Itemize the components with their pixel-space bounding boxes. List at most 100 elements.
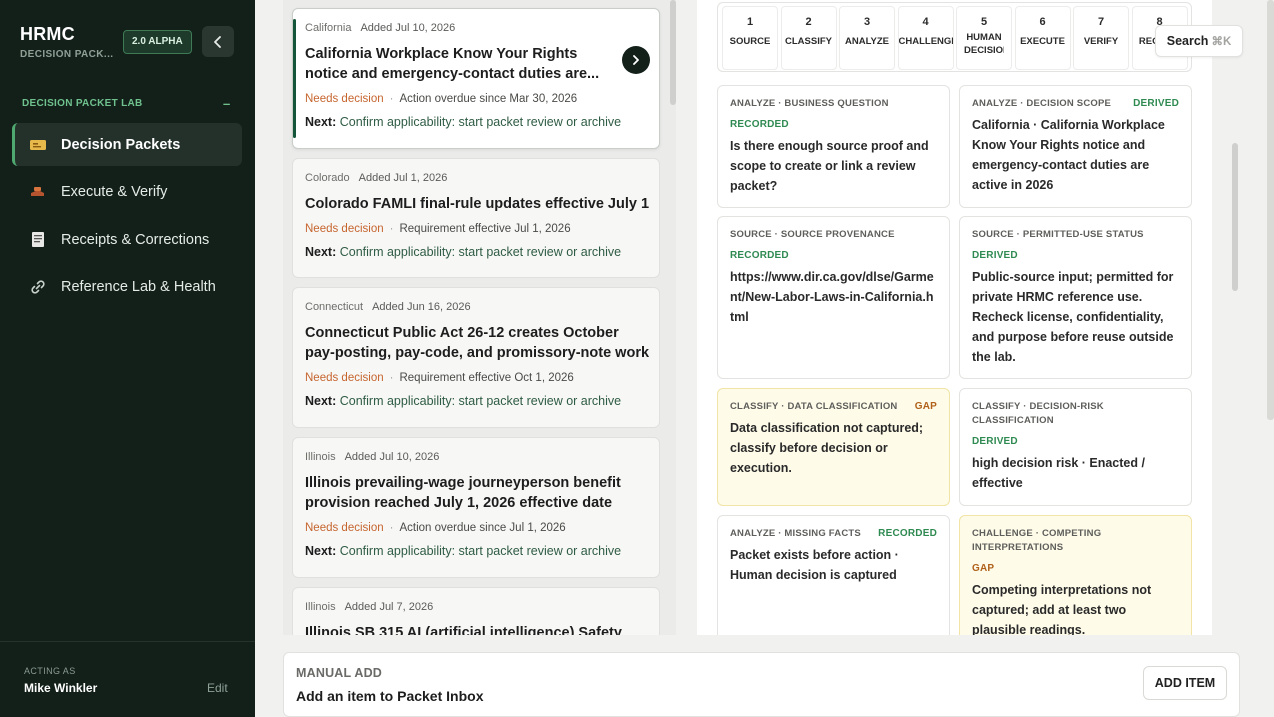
fact-body: Data classification not captured; classi… — [730, 421, 924, 475]
step-classify[interactable]: 2 CLASSIFY — [780, 6, 837, 70]
card-next-step: Next: Confirm applicability: start packe… — [305, 394, 647, 408]
sidebar-item-decision-packets[interactable]: Decision Packets — [12, 123, 242, 166]
next-label: Next: — [305, 544, 337, 558]
fact-card-permitted-use: SOURCE · PERMITTED-USE STATUS DERIVED Pu… — [959, 216, 1192, 379]
inbox-scrollbar[interactable] — [670, 0, 676, 105]
sidebar-item-execute-verify[interactable]: Execute & Verify — [12, 171, 242, 214]
sidebar-item-label: Receipts & Corrections — [61, 231, 210, 248]
step-label: HUMAN DECISION — [964, 32, 1004, 56]
card-added-date: Added Jul 10, 2026 — [360, 22, 456, 34]
status-detail: Requirement effective Oct 1, 2026 — [399, 372, 574, 384]
fact-header: SOURCE · SOURCE PROVENANCE — [730, 229, 895, 240]
manual-add-label: MANUAL ADD — [296, 666, 383, 680]
open-card-button[interactable] — [622, 46, 650, 74]
card-title: California Workplace Know Your Rights no… — [305, 46, 600, 82]
collapse-sidebar-button[interactable] — [202, 26, 234, 57]
section-collapse-toggle[interactable]: – — [223, 96, 230, 111]
card-status: Needs decision · Requirement effective O… — [305, 372, 647, 384]
step-challenge[interactable]: 4 CHALLENGE — [897, 6, 954, 70]
packet-inbox-list[interactable]: California Added Jul 10, 2026 California… — [283, 0, 676, 635]
fact-status-tag: RECORDED — [878, 528, 937, 539]
acting-as-label: ACTING AS — [24, 666, 76, 676]
page-scrollbar[interactable] — [1267, 0, 1274, 420]
fact-card-business-question: ANALYZE · BUSINESS QUESTION RECORDED Is … — [717, 85, 950, 208]
card-next-step: Next: Confirm applicability: start packe… — [305, 544, 647, 558]
separator-dot: · — [389, 372, 394, 384]
manual-add-title: Add an item to Packet Inbox — [296, 688, 484, 704]
step-verify[interactable]: 7 VERIFY — [1073, 6, 1129, 70]
packet-detail-panel: 1 SOURCE 2 CLASSIFY 3 ANALYZE 4 CHALLENGE 5 H… — [697, 0, 1212, 635]
card-title: Colorado FAMLI final-rule updates effect… — [305, 196, 650, 212]
add-item-button[interactable]: ADD ITEM — [1143, 666, 1227, 700]
fact-header-text: ANALYZE · DECISION SCOPE — [972, 98, 1112, 109]
fact-card-competing-interpretations: CHALLENGE · COMPETING INTERPRETATIONS GA… — [959, 515, 1192, 635]
next-label: Next: — [305, 394, 337, 408]
fact-header: CHALLENGE · COMPETING INTERPRETATIONS — [972, 528, 1102, 553]
fact-header: SOURCE · PERMITTED-USE STATUS — [972, 229, 1144, 240]
inbox-card-colorado[interactable]: Colorado Added Jul 1, 2026 Colorado FAML… — [292, 158, 660, 278]
step-label: EXECUTE — [1020, 36, 1065, 47]
fact-status-tag: DERIVED — [972, 436, 1018, 447]
step-source[interactable]: 1 SOURCE — [722, 6, 778, 70]
receipt-icon — [28, 230, 48, 250]
fact-card-decision-scope: ANALYZE · DECISION SCOPE DERIVED Californ… — [959, 85, 1192, 208]
hammer-icon — [28, 182, 48, 202]
fact-header: ANALYZE · DECISION SCOPE DERIVED — [972, 97, 1179, 111]
step-label: SOURCE — [729, 36, 771, 47]
card-title: Illinois prevailing-wage journeyperson b… — [305, 475, 621, 511]
detail-scrollbar[interactable] — [1232, 143, 1238, 291]
fact-body: high decision risk · Enacted / effective — [972, 456, 1145, 490]
step-human-decision[interactable]: 5 HUMAN DECISION — [956, 6, 1012, 70]
inbox-card-connecticut[interactable]: Connecticut Added Jun 16, 2026 Connectic… — [292, 287, 660, 428]
sidebar-nav: Decision Packets Execute & Verify Receip… — [12, 123, 242, 313]
ticket-icon — [28, 135, 48, 155]
step-number: 7 — [1097, 16, 1105, 28]
sidebar-item-receipts-corrections[interactable]: Receipts & Corrections — [12, 218, 242, 261]
card-status: Needs decision · Action overdue since Ju… — [305, 522, 647, 534]
next-label: Next: — [305, 245, 337, 259]
card-meta: Colorado Added Jul 1, 2026 — [305, 172, 647, 184]
inbox-card-illinois-prevailing-wage[interactable]: Illinois Added Jul 10, 2026 Illinois pre… — [292, 437, 660, 578]
card-title: Connecticut Public Act 26-12 creates Oct… — [305, 325, 650, 361]
step-number: 6 — [1039, 16, 1046, 28]
card-meta: California Added Jul 10, 2026 — [305, 22, 647, 34]
step-analyze[interactable]: 3 ANALYZE — [839, 6, 895, 70]
card-state: Illinois — [305, 451, 336, 463]
sidebar-item-label: Execute & Verify — [61, 184, 168, 200]
fact-header: ANALYZE · BUSINESS QUESTION — [730, 98, 889, 109]
manual-add-bar: MANUAL ADD Add an item to Packet Inbox A… — [283, 652, 1240, 717]
status-detail: Action overdue since Jul 1, 2026 — [399, 522, 566, 534]
inbox-card-illinois-sb315[interactable]: Illinois Added Jul 7, 2026 Illinois SB 3… — [292, 587, 660, 635]
step-number: 2 — [805, 16, 812, 28]
step-number: 5 — [980, 16, 988, 28]
inbox-card-california[interactable]: California Added Jul 10, 2026 California… — [292, 8, 660, 149]
fact-card-data-classification: CLASSIFY · DATA CLASSIFICATION GAP Data c… — [717, 388, 950, 506]
step-label: CLASSIFY — [785, 36, 832, 47]
sidebar-item-label: Reference Lab & Health — [61, 279, 216, 295]
acting-as-footer: ACTING AS Mike Winkler Edit — [0, 641, 255, 717]
fact-body-source-url[interactable]: https://www.dir.ca.gov/dlse/Garment/New-… — [730, 267, 937, 327]
step-number: 1 — [746, 16, 754, 28]
edit-acting-user-link[interactable]: Edit — [207, 681, 228, 695]
sidebar-item-reference-lab[interactable]: Reference Lab & Health — [12, 266, 242, 309]
card-added-date: Added Jul 7, 2026 — [344, 601, 434, 613]
step-execute[interactable]: 6 EXECUTE — [1014, 6, 1071, 70]
card-meta: Illinois Added Jul 10, 2026 — [305, 451, 647, 463]
fact-body: Packet exists before action · Human deci… — [730, 548, 899, 582]
brand-subtitle: DECISION PACK... — [20, 49, 114, 60]
search-button[interactable]: Search ⌘K — [1155, 25, 1243, 57]
fact-status-tag: RECORDED — [730, 119, 789, 130]
step-label: VERIFY — [1083, 36, 1119, 47]
fact-header: ANALYZE · MISSING FACTS RECORDED — [730, 527, 937, 541]
acting-user-name: Mike Winkler — [24, 681, 98, 695]
step-number: 4 — [922, 16, 929, 28]
card-added-date: Added Jul 1, 2026 — [358, 172, 448, 184]
status-detail: Requirement effective Jul 1, 2026 — [399, 223, 571, 235]
fact-status-tag: DERIVED — [1133, 98, 1179, 109]
next-text: Confirm applicability: start packet revi… — [339, 394, 622, 408]
fact-body: Is there enough source proof and scope t… — [730, 139, 929, 193]
card-added-date: Added Jun 16, 2026 — [372, 301, 471, 313]
next-text: Confirm applicability: start packet revi… — [339, 115, 622, 129]
separator-dot: · — [389, 223, 394, 235]
fact-body: Public-source input; permitted for priva… — [972, 270, 1174, 364]
